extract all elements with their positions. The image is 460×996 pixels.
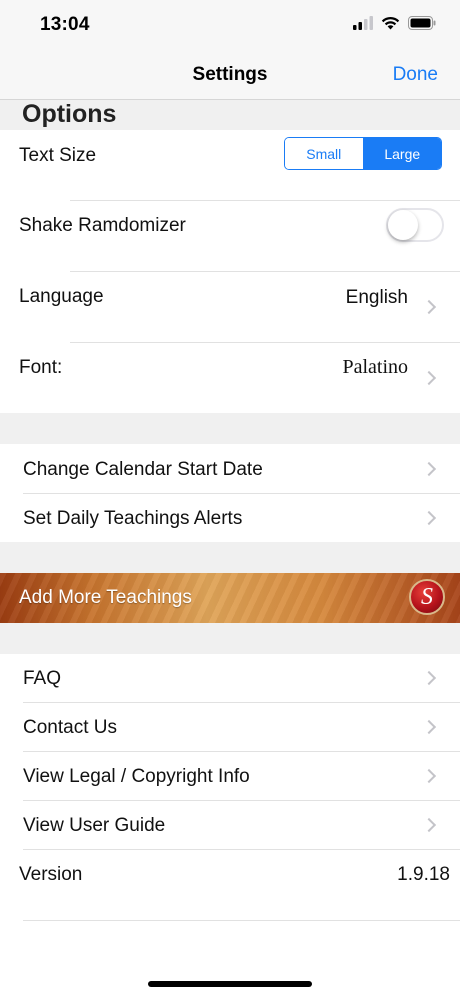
chevron-right-icon	[421, 299, 437, 315]
chevron-right-icon	[421, 370, 437, 386]
version-row: Version 1.9.18	[0, 850, 460, 920]
version-value: 1.9.18	[397, 864, 450, 885]
toggle-knob	[388, 210, 418, 240]
add-more-teachings-label: Add More Teachings	[19, 587, 192, 608]
status-icons	[353, 16, 436, 30]
change-calendar-start-date-label: Change Calendar Start Date	[23, 459, 263, 480]
chevron-right-icon	[421, 719, 437, 735]
row-divider	[23, 920, 460, 921]
page-title: Settings	[192, 64, 268, 85]
font-row[interactable]: Font: Palatino	[0, 343, 460, 413]
font-value: Palatino	[342, 356, 408, 378]
chevron-right-icon	[421, 768, 437, 784]
section-spacer	[0, 623, 460, 654]
chevron-right-icon	[421, 461, 437, 477]
legal-copyright-row[interactable]: View Legal / Copyright Info	[0, 752, 460, 800]
navigation-bar: Settings Done	[0, 50, 460, 100]
text-size-large-segment[interactable]: Large	[363, 138, 441, 169]
contact-us-label: Contact Us	[23, 717, 117, 738]
change-calendar-start-date-row[interactable]: Change Calendar Start Date	[0, 444, 460, 493]
battery-icon	[408, 16, 436, 30]
section-spacer	[0, 542, 460, 573]
daily-teachings-alerts-row[interactable]: Set Daily Teachings Alerts	[0, 494, 460, 542]
text-size-small-segment[interactable]: Small	[285, 138, 364, 169]
status-bar: 13:04	[0, 0, 460, 50]
chevron-right-icon	[421, 817, 437, 833]
wifi-icon	[381, 16, 400, 30]
faq-label: FAQ	[23, 668, 62, 689]
contact-us-row[interactable]: Contact Us	[0, 703, 460, 751]
faq-row[interactable]: FAQ	[0, 654, 460, 702]
language-label: Language	[19, 286, 104, 307]
the-secret-logo-icon: S	[409, 579, 445, 615]
version-label: Version	[19, 864, 83, 885]
cellular-signal-icon	[353, 16, 373, 30]
shake-randomizer-toggle[interactable]	[386, 208, 444, 242]
status-time: 13:04	[40, 14, 90, 35]
add-more-teachings-banner[interactable]: Add More Teachings	[0, 573, 460, 623]
home-indicator[interactable]	[148, 981, 312, 987]
options-section-header: Options	[0, 100, 460, 130]
chevron-right-icon	[421, 510, 437, 526]
language-row[interactable]: Language English	[0, 272, 460, 342]
font-label: Font:	[19, 357, 63, 378]
legal-copyright-label: View Legal / Copyright Info	[23, 766, 250, 787]
done-button[interactable]: Done	[393, 64, 438, 86]
user-guide-row[interactable]: View User Guide	[0, 801, 460, 849]
daily-teachings-alerts-label: Set Daily Teachings Alerts	[23, 508, 243, 529]
options-header-label: Options	[22, 100, 117, 128]
chevron-right-icon	[421, 670, 437, 686]
language-value: English	[345, 287, 408, 308]
text-size-label: Text Size	[19, 145, 97, 166]
section-spacer	[0, 413, 460, 444]
logo-letter: S	[421, 584, 433, 610]
text-size-segmented-control[interactable]: Small Large	[284, 137, 442, 170]
user-guide-label: View User Guide	[23, 815, 166, 836]
shake-randomizer-label: Shake Ramdomizer	[19, 215, 186, 236]
